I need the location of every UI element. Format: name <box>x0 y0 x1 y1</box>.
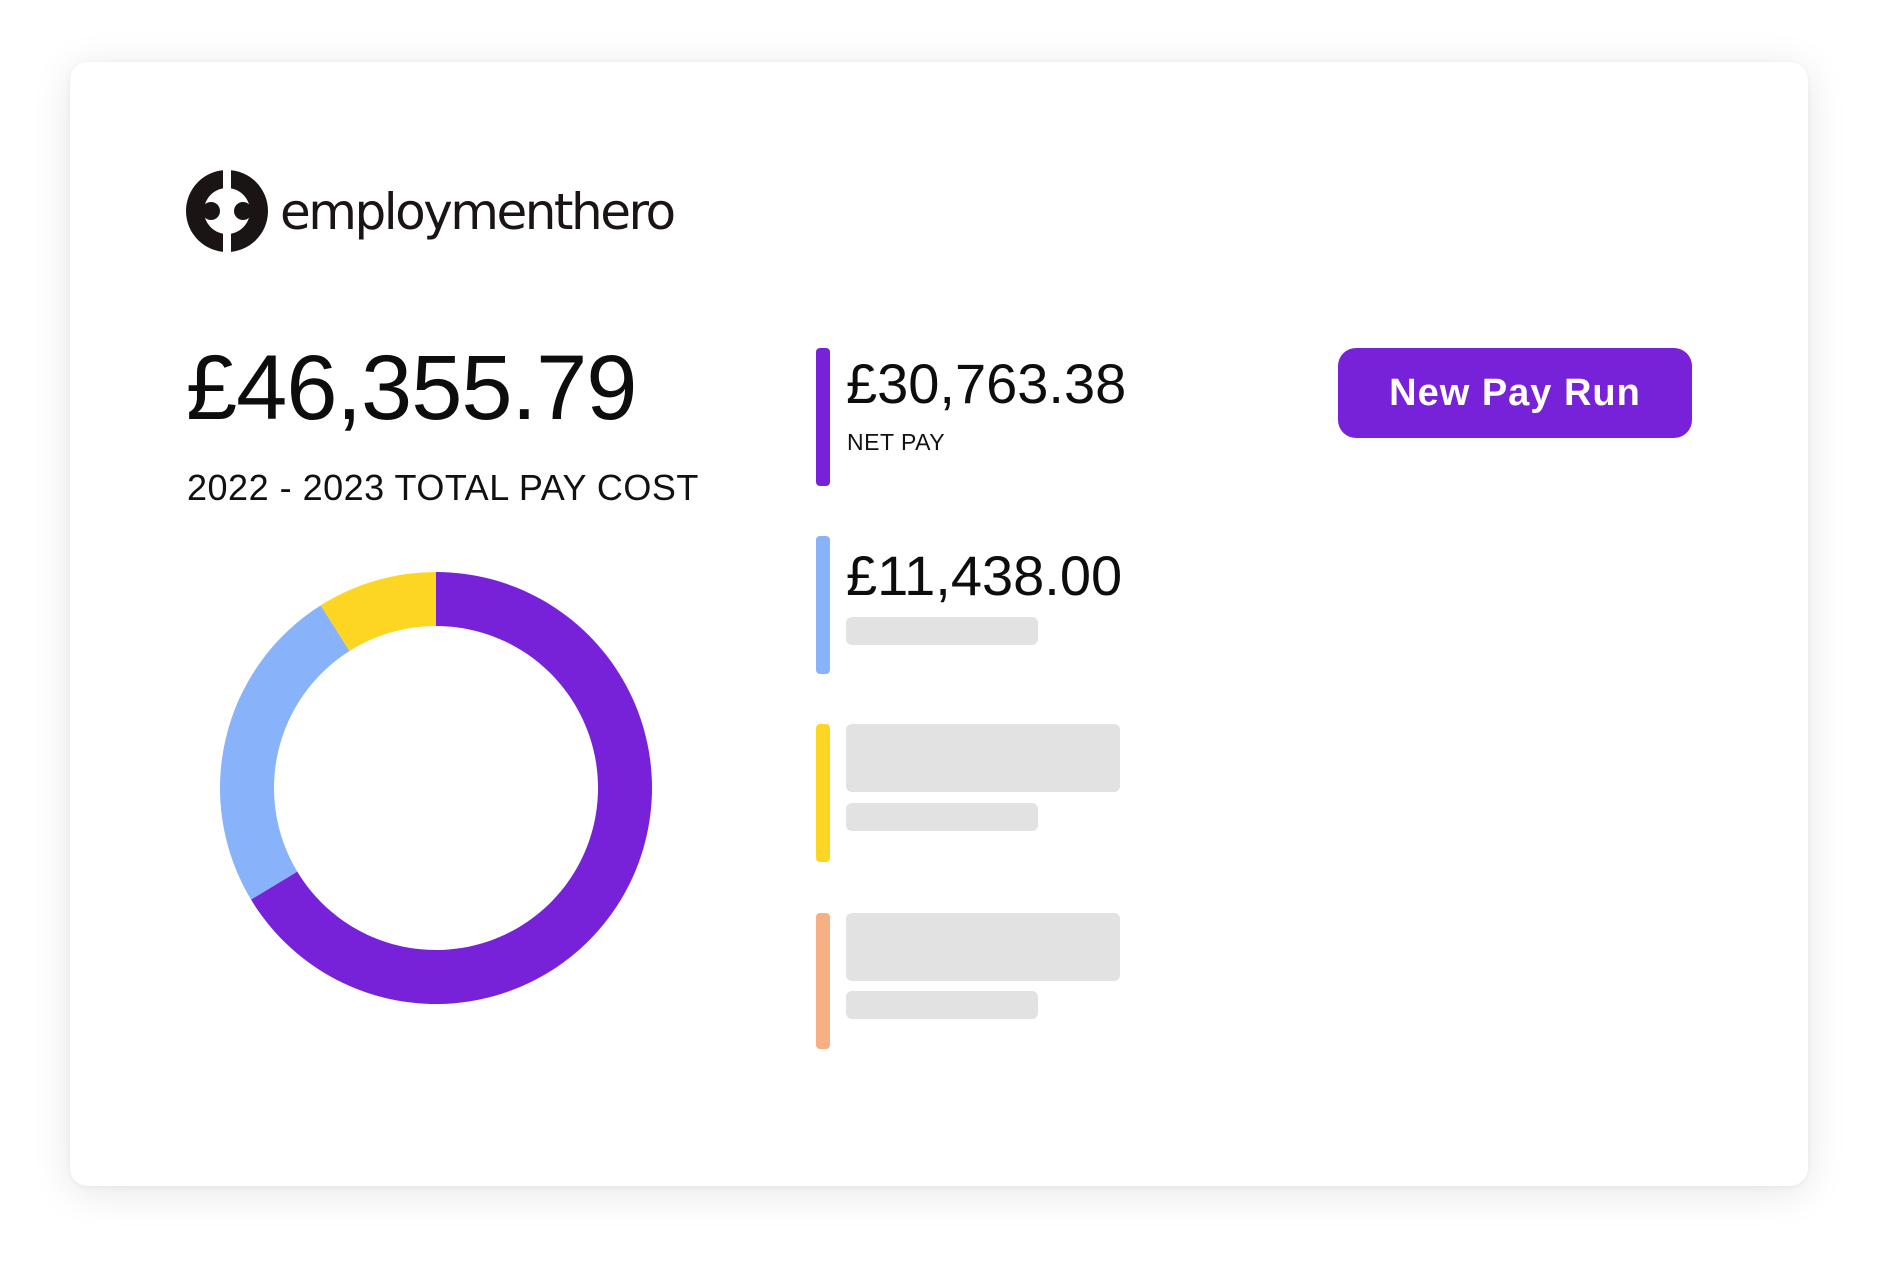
breakdown-4-color-bar <box>816 913 830 1049</box>
breakdown-4-amount-placeholder <box>846 913 1120 981</box>
breakdown-4-label-placeholder <box>846 991 1038 1019</box>
breakdown-3-amount-placeholder <box>846 724 1120 792</box>
new-pay-run-button[interactable]: New Pay Run <box>1338 348 1692 438</box>
brand-logo: employmenthero <box>186 170 676 252</box>
pay-cost-donut-chart <box>220 572 652 1004</box>
breakdown-3-color-bar <box>816 724 830 862</box>
total-pay-cost-label: 2022 - 2023 TOTAL PAY COST <box>187 467 699 508</box>
net-pay-label: NET PAY <box>847 429 946 455</box>
donut-segment-2 <box>220 605 350 900</box>
total-pay-cost-amount: £46,355.79 <box>186 337 637 439</box>
brand-wordmark: employmenthero <box>280 183 676 241</box>
breakdown-2-color-bar <box>816 536 830 674</box>
net-pay-amount: £30,763.38 <box>846 352 1127 415</box>
breakdown-3-label-placeholder <box>846 803 1038 831</box>
employment-hero-logo-icon <box>186 170 268 252</box>
net-pay-color-bar <box>816 348 830 486</box>
breakdown-2-amount: £11,438.00 <box>846 544 1123 607</box>
breakdown-2-label-placeholder <box>846 617 1038 645</box>
